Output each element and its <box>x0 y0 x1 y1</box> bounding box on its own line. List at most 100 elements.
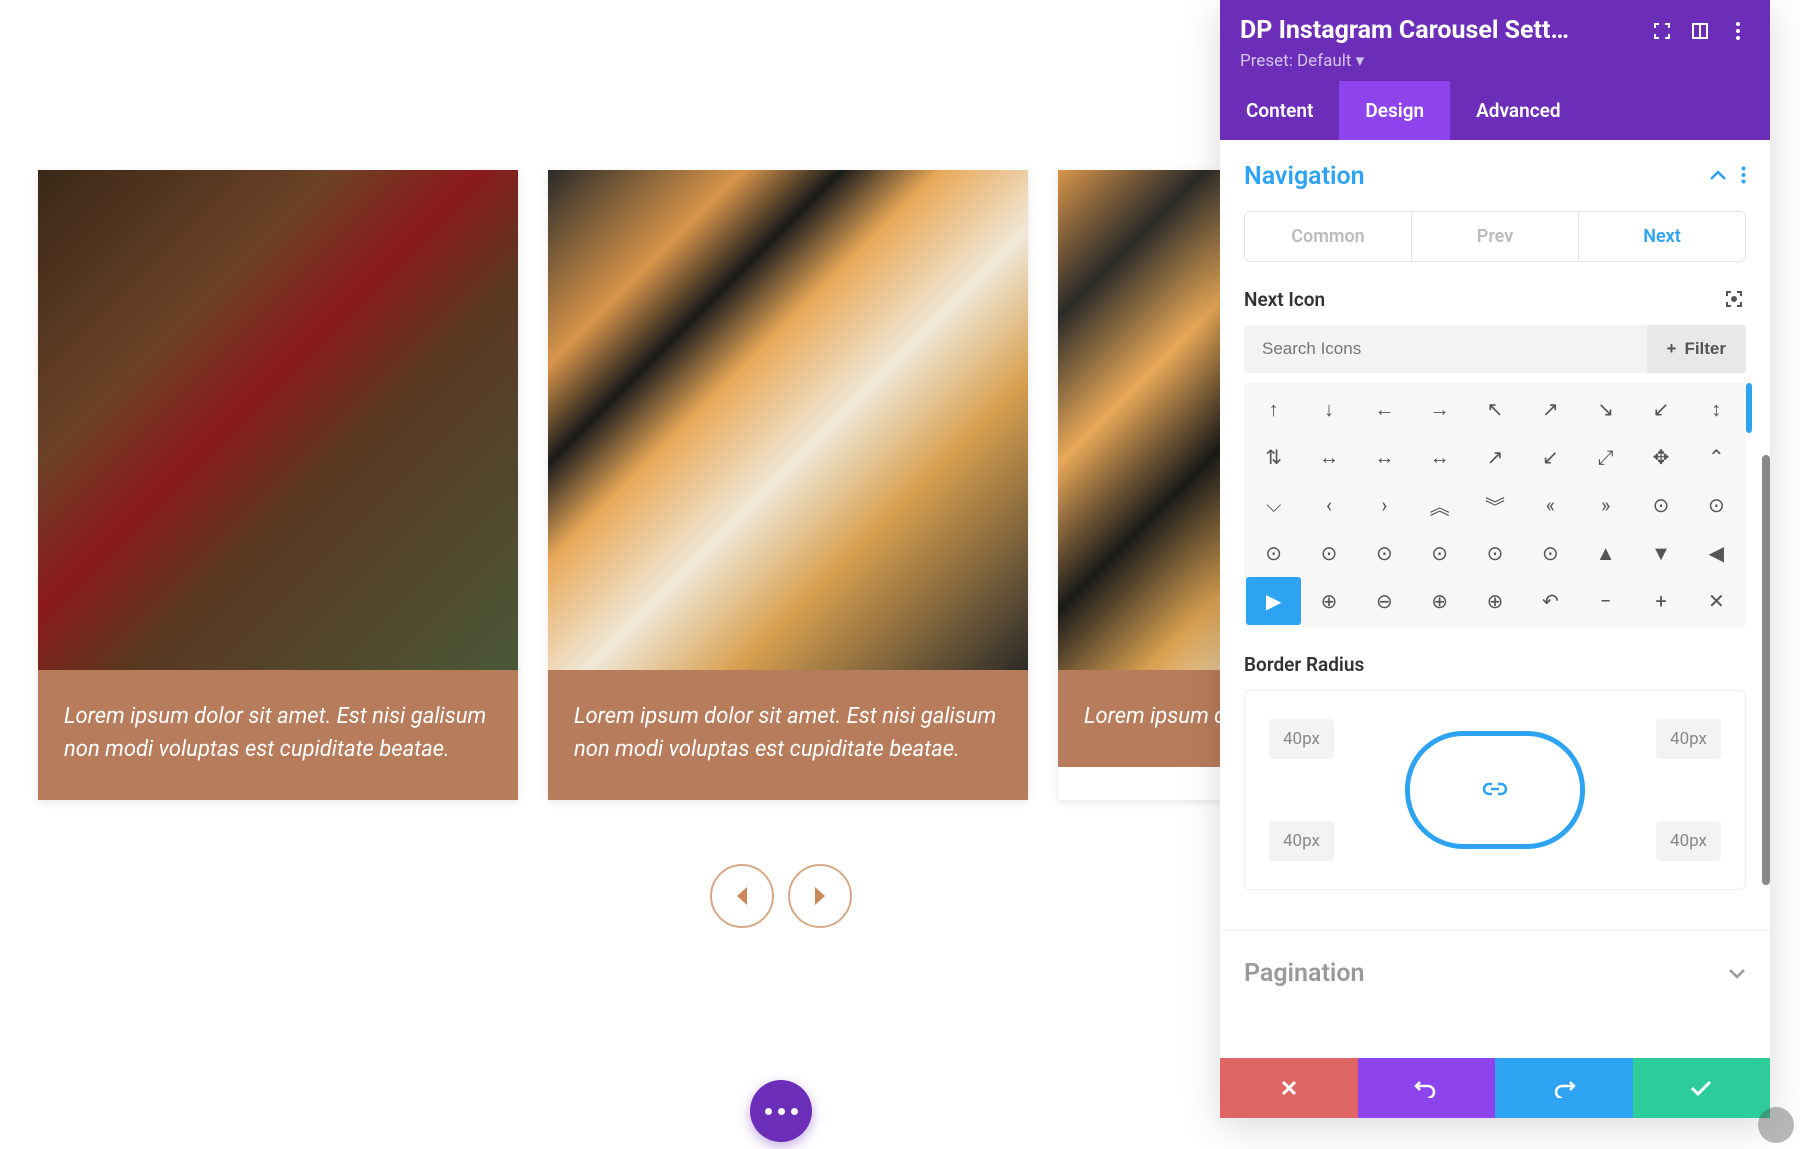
icon-option[interactable]: ↔ <box>1412 433 1467 481</box>
next-icon-label: Next Icon <box>1244 288 1325 311</box>
border-radius-label: Border Radius <box>1244 653 1364 676</box>
icon-option[interactable]: ↙ <box>1633 385 1688 433</box>
icon-option[interactable]: ↗ <box>1523 385 1578 433</box>
icon-option[interactable]: › <box>1357 481 1412 529</box>
responsive-icon[interactable] <box>1724 289 1746 311</box>
radius-bottom-left[interactable]: 40px <box>1269 821 1334 861</box>
icon-option[interactable]: ⇅ <box>1246 433 1301 481</box>
chevron-down-icon <box>1728 964 1746 983</box>
corner-badge <box>1758 1107 1794 1143</box>
icon-option[interactable]: ↓ <box>1301 385 1356 433</box>
icon-option[interactable]: ⊕ <box>1467 577 1522 625</box>
icon-option[interactable]: ↗ <box>1467 433 1522 481</box>
section-pagination[interactable]: Pagination <box>1220 930 1770 1016</box>
panel-scrollbar[interactable] <box>1762 455 1770 885</box>
icon-option[interactable]: + <box>1633 577 1688 625</box>
icon-option[interactable]: ⤢ <box>1578 433 1633 481</box>
dots-icon <box>765 1108 798 1115</box>
card-caption: Lorem ipsum dolor sit amet. Est nisi gal… <box>38 670 518 800</box>
icon-option[interactable]: ▲ <box>1578 529 1633 577</box>
subtab-prev[interactable]: Prev <box>1412 212 1579 261</box>
icon-option[interactable]: ◀ <box>1689 529 1744 577</box>
panel-footer <box>1220 1058 1770 1118</box>
icon-option[interactable]: ︽ <box>1412 481 1467 529</box>
icon-option[interactable]: » <box>1578 481 1633 529</box>
carousel-card: Lorem ipsum dolor sit amet. Est nisi gal… <box>38 170 518 800</box>
next-button[interactable] <box>788 864 852 928</box>
icon-option[interactable]: ↕ <box>1689 385 1744 433</box>
icon-option[interactable]: ⊙ <box>1633 481 1688 529</box>
icon-option[interactable]: ⊙ <box>1523 529 1578 577</box>
icon-option[interactable]: ⊙ <box>1467 529 1522 577</box>
tab-advanced[interactable]: Advanced <box>1450 81 1586 140</box>
icon-option[interactable]: ⊖ <box>1357 577 1412 625</box>
redo-button[interactable] <box>1495 1058 1633 1118</box>
chevron-up-icon <box>1709 167 1727 186</box>
icon-option[interactable]: ⌃ <box>1689 433 1744 481</box>
icon-option[interactable]: ↔ <box>1357 433 1412 481</box>
columns-icon[interactable] <box>1688 19 1712 43</box>
icon-option[interactable]: → <box>1412 385 1467 433</box>
filter-button[interactable]: + Filter <box>1647 325 1747 373</box>
prev-button[interactable] <box>710 864 774 928</box>
icon-search-row: + Filter <box>1244 325 1746 373</box>
pagination-title: Pagination <box>1244 959 1364 988</box>
radius-preview <box>1405 731 1585 849</box>
icon-option[interactable]: ✥ <box>1633 433 1688 481</box>
panel-header: DP Instagram Carousel Sett… Preset: Defa… <box>1220 0 1770 81</box>
card-image <box>548 170 1028 670</box>
icon-option[interactable]: ⌵ <box>1246 481 1301 529</box>
icon-option[interactable]: ▶ <box>1246 577 1301 625</box>
radius-bottom-right[interactable]: 40px <box>1656 821 1721 861</box>
icon-option[interactable]: ⊙ <box>1301 529 1356 577</box>
section-navigation: Navigation Common Prev Next Next Icon + <box>1220 140 1770 900</box>
subtab-common[interactable]: Common <box>1245 212 1412 261</box>
icon-option[interactable]: ⊕ <box>1412 577 1467 625</box>
panel-title: DP Instagram Carousel Sett… <box>1240 16 1636 45</box>
cancel-button[interactable] <box>1220 1058 1358 1118</box>
icon-grid: ↑↓←→↖↗↘↙↕⇅↔↔↔↗↙⤢✥⌃⌵‹›︽︾«»⊙⊙⊙⊙⊙⊙⊙⊙▲▼◀▶⊕⊖⊕… <box>1244 383 1746 627</box>
icon-option[interactable]: ← <box>1357 385 1412 433</box>
icon-option[interactable]: ⊙ <box>1357 529 1412 577</box>
link-icon[interactable] <box>1482 777 1508 803</box>
icon-option[interactable]: ⊕ <box>1301 577 1356 625</box>
icon-option[interactable]: ▼ <box>1633 529 1688 577</box>
card-image <box>38 170 518 670</box>
undo-button[interactable] <box>1358 1058 1496 1118</box>
radius-top-right[interactable]: 40px <box>1656 719 1721 759</box>
icon-option[interactable]: ⊙ <box>1412 529 1467 577</box>
section-header[interactable]: Navigation <box>1244 162 1746 191</box>
preset-selector[interactable]: Preset: Default ▾ <box>1240 51 1750 71</box>
card-caption: Lorem ipsum dolor sit amet. Est nisi gal… <box>548 670 1028 800</box>
icon-option[interactable]: ↶ <box>1523 577 1578 625</box>
tab-design[interactable]: Design <box>1339 81 1450 140</box>
carousel-card: Lorem ipsum dolor sit amet. Est nisi gal… <box>548 170 1028 800</box>
settings-panel: DP Instagram Carousel Sett… Preset: Defa… <box>1220 0 1770 1118</box>
expand-icon[interactable] <box>1650 19 1674 43</box>
search-input[interactable] <box>1244 325 1647 373</box>
radius-top-left[interactable]: 40px <box>1269 719 1334 759</box>
icon-option[interactable]: ✕ <box>1689 577 1744 625</box>
icon-option[interactable]: ↘ <box>1578 385 1633 433</box>
icon-option[interactable]: ‹ <box>1301 481 1356 529</box>
icon-option[interactable]: ↑ <box>1246 385 1301 433</box>
navigation-subtabs: Common Prev Next <box>1244 211 1746 262</box>
tab-content[interactable]: Content <box>1220 81 1339 140</box>
icon-option[interactable]: ︾ <box>1467 481 1522 529</box>
icon-option[interactable]: ⊙ <box>1689 481 1744 529</box>
icon-option[interactable]: ↙ <box>1523 433 1578 481</box>
subtab-next[interactable]: Next <box>1579 212 1745 261</box>
fab-more-button[interactable] <box>750 1080 812 1142</box>
panel-tabs: Content Design Advanced <box>1220 81 1770 140</box>
kebab-icon[interactable] <box>1726 19 1750 43</box>
filter-label: Filter <box>1684 339 1726 359</box>
icon-option[interactable]: « <box>1523 481 1578 529</box>
icon-option[interactable]: ↔ <box>1301 433 1356 481</box>
icon-option[interactable]: ⊙ <box>1246 529 1301 577</box>
icon-option[interactable]: ↖ <box>1467 385 1522 433</box>
border-radius-control: 40px 40px 40px 40px <box>1244 690 1746 890</box>
kebab-icon[interactable] <box>1741 166 1746 188</box>
save-button[interactable] <box>1633 1058 1771 1118</box>
icon-option[interactable]: − <box>1578 577 1633 625</box>
icon-grid-scrollbar[interactable] <box>1746 383 1752 433</box>
